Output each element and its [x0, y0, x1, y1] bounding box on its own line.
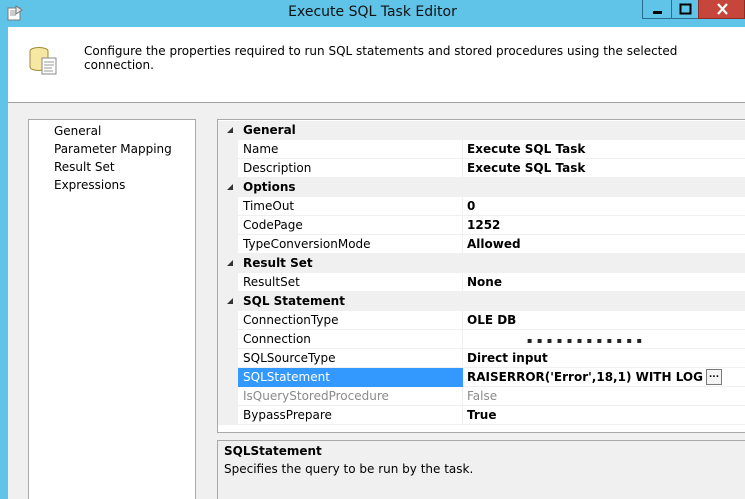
row-gutter	[218, 368, 238, 387]
row-gutter	[218, 387, 238, 406]
property-row-sqlsourcetype[interactable]: SQLSourceType Direct input	[218, 349, 745, 368]
category-label: Result Set	[243, 256, 313, 270]
header-description: Configure the properties required to run…	[84, 44, 678, 72]
property-value[interactable]: ▪ ▪ ▪ ▪ ▪ ▪ ▪ ▪ ▪ ▪ ▪ ▪	[463, 330, 745, 349]
category-label: General	[243, 123, 296, 137]
description-panel: SQLStatement Specifies the query to be r…	[217, 440, 745, 499]
row-gutter	[218, 235, 238, 254]
row-gutter	[218, 330, 238, 349]
window-title: Execute SQL Task Editor	[288, 4, 457, 20]
row-gutter	[218, 273, 238, 292]
maximize-button[interactable]	[671, 0, 698, 19]
nav-item-expressions[interactable]: Expressions	[54, 176, 125, 194]
maximize-icon	[679, 3, 692, 15]
property-row-timeout[interactable]: TimeOut 0	[218, 197, 745, 216]
row-gutter	[218, 406, 238, 425]
row-gutter	[218, 349, 238, 368]
category-general[interactable]: General	[218, 121, 745, 140]
row-gutter	[218, 216, 238, 235]
collapse-triangle-icon[interactable]	[226, 126, 234, 134]
row-gutter	[218, 311, 238, 330]
ellipsis-button[interactable]: ...	[706, 369, 722, 385]
category-result-set[interactable]: Result Set	[218, 254, 745, 273]
collapse-triangle-icon[interactable]	[226, 297, 234, 305]
property-name[interactable]: Name	[238, 140, 463, 159]
property-name[interactable]: TypeConversionMode	[238, 235, 463, 254]
property-value[interactable]: Allowed	[463, 235, 745, 254]
property-row-codepage[interactable]: CodePage 1252	[218, 216, 745, 235]
property-name[interactable]: ResultSet	[238, 273, 463, 292]
property-name[interactable]: CodePage	[238, 216, 463, 235]
property-row-resultset[interactable]: ResultSet None	[218, 273, 745, 292]
category-sql-statement[interactable]: SQL Statement	[218, 292, 745, 311]
property-value[interactable]: Execute SQL Task	[463, 140, 745, 159]
property-value[interactable]: True	[463, 406, 745, 425]
property-value[interactable]: RAISERROR('Error',18,1) WITH LOG	[463, 368, 745, 387]
row-gutter	[218, 159, 238, 178]
page-navigation: General Parameter Mapping Result Set Exp…	[28, 119, 196, 499]
sqlstatement-value: RAISERROR('Error',18,1) WITH LOG	[467, 370, 703, 384]
property-value[interactable]: None	[463, 273, 745, 292]
nav-item-parameter-mapping[interactable]: Parameter Mapping	[54, 140, 172, 158]
property-grid: General Name Execute SQL Task Descriptio…	[217, 119, 745, 433]
title-bar[interactable]: Execute SQL Task Editor	[0, 0, 745, 27]
collapse-triangle-icon[interactable]	[226, 183, 234, 191]
property-name[interactable]: Connection	[238, 330, 463, 349]
property-name[interactable]: Description	[238, 159, 463, 178]
obscured-connection-text: ▪ ▪ ▪ ▪ ▪ ▪ ▪ ▪ ▪ ▪ ▪ ▪	[527, 336, 644, 345]
close-icon	[717, 3, 728, 15]
property-name[interactable]: SQLStatement	[238, 368, 463, 387]
category-options[interactable]: Options	[218, 178, 745, 197]
dialog-header: Configure the properties required to run…	[8, 27, 745, 102]
collapse-triangle-icon[interactable]	[226, 259, 234, 267]
property-name[interactable]: BypassPrepare	[238, 406, 463, 425]
minimize-icon	[653, 11, 662, 14]
property-row-name[interactable]: Name Execute SQL Task	[218, 140, 745, 159]
property-row-typeconversionmode[interactable]: TypeConversionMode Allowed	[218, 235, 745, 254]
description-title: SQLStatement	[224, 444, 322, 458]
minimize-button[interactable]	[642, 0, 671, 19]
description-text: Specifies the query to be run by the tas…	[224, 462, 474, 476]
nav-item-general[interactable]: General	[54, 122, 101, 140]
category-label: SQL Statement	[243, 294, 345, 308]
database-script-icon	[29, 47, 57, 75]
property-name[interactable]: ConnectionType	[238, 311, 463, 330]
property-value: False	[463, 387, 745, 406]
property-name[interactable]: IsQueryStoredProcedure	[238, 387, 463, 406]
property-row-sqlstatement[interactable]: SQLStatement RAISERROR('Error',18,1) WIT…	[218, 368, 745, 387]
property-row-connectiontype[interactable]: ConnectionType OLE DB	[218, 311, 745, 330]
property-value[interactable]: Execute SQL Task	[463, 159, 745, 178]
row-gutter	[218, 197, 238, 216]
property-name[interactable]: TimeOut	[238, 197, 463, 216]
property-row-description[interactable]: Description Execute SQL Task	[218, 159, 745, 178]
property-row-isquerystoredprocedure[interactable]: IsQueryStoredProcedure False	[218, 387, 745, 406]
property-value[interactable]: Direct input	[463, 349, 745, 368]
property-name[interactable]: SQLSourceType	[238, 349, 463, 368]
property-value[interactable]: 0	[463, 197, 745, 216]
row-gutter	[218, 140, 238, 159]
property-row-connection[interactable]: Connection ▪ ▪ ▪ ▪ ▪ ▪ ▪ ▪ ▪ ▪ ▪ ▪	[218, 330, 745, 349]
close-button[interactable]	[698, 0, 745, 19]
category-label: Options	[243, 180, 296, 194]
property-row-bypassprepare[interactable]: BypassPrepare True	[218, 406, 745, 425]
nav-item-result-set[interactable]: Result Set	[54, 158, 115, 176]
property-value[interactable]: OLE DB	[463, 311, 745, 330]
property-value[interactable]: 1252	[463, 216, 745, 235]
